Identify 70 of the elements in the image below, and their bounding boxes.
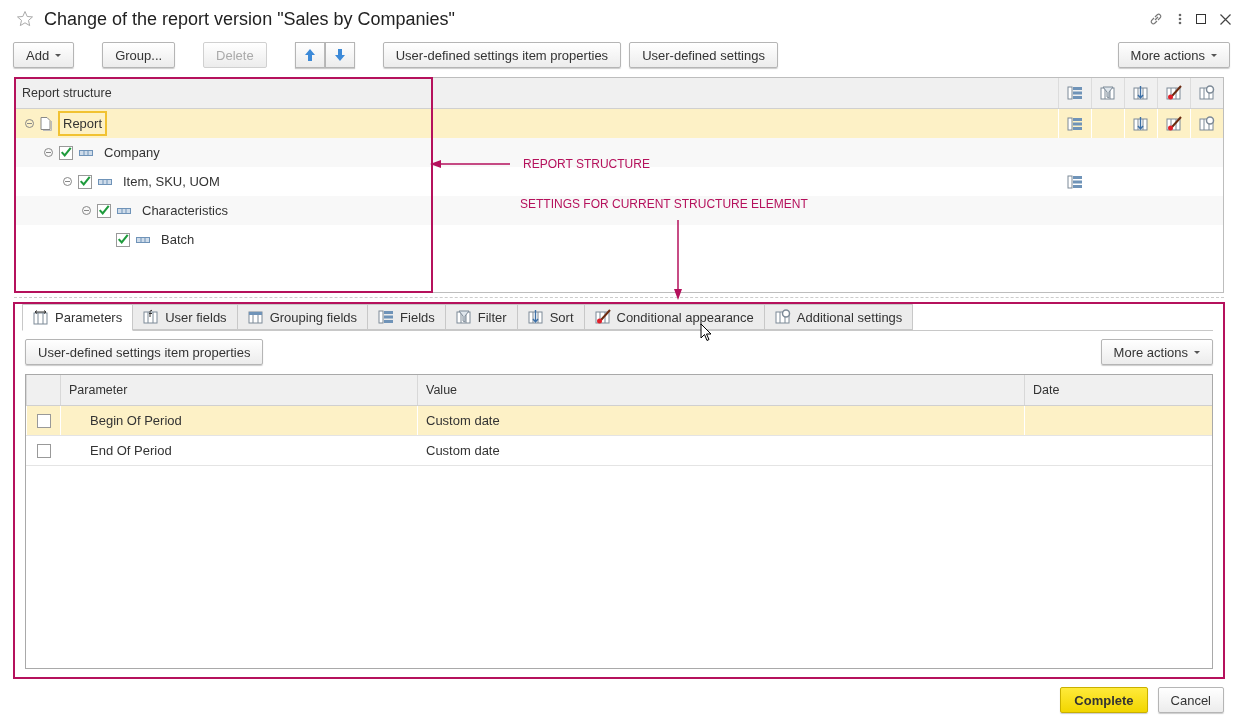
table-cell: End Of Period <box>60 436 417 465</box>
column-header: Value <box>417 375 1024 405</box>
tab-icon <box>527 309 544 325</box>
grouping-icon <box>79 149 93 156</box>
window-title: Change of the report version "Sales by Companies" <box>44 8 456 30</box>
column-header: Parameter <box>60 375 417 405</box>
table-row[interactable]: Begin Of Period Custom date <box>26 406 1212 436</box>
checkbox[interactable] <box>36 443 51 458</box>
column-icon <box>1166 85 1182 101</box>
cursor-icon <box>700 323 712 342</box>
checkbox[interactable] <box>36 413 51 428</box>
tab[interactable]: User fields <box>133 304 238 330</box>
tab[interactable]: Filter <box>445 304 518 330</box>
cancel-button[interactable]: Cancel <box>1157 687 1224 713</box>
arrow-up-icon <box>302 47 317 63</box>
tree-item-label: Company <box>103 144 161 162</box>
complete-button[interactable]: Complete <box>1060 687 1148 713</box>
tree-item-label: Characteristics <box>141 202 229 220</box>
tab-icon <box>378 309 395 325</box>
add-button[interactable]: Add <box>13 42 75 68</box>
column-icon <box>1199 85 1215 101</box>
tab-icon <box>33 309 49 326</box>
tab-icon <box>143 309 160 325</box>
tab-icon <box>774 309 791 325</box>
annotation-text: SETTINGS FOR CURRENT STRUCTURE ELEMENT <box>520 197 808 211</box>
column-icon <box>1067 85 1083 101</box>
checkbox[interactable] <box>97 203 111 218</box>
tab-icon <box>594 309 611 325</box>
tree-row[interactable]: Report <box>15 109 1223 138</box>
more-actions-button[interactable]: More actions <box>1117 42 1230 68</box>
tab[interactable]: Sort <box>517 304 585 330</box>
tab-icon <box>455 309 472 325</box>
checkbox[interactable] <box>59 145 73 160</box>
document-icon <box>40 116 52 131</box>
toolbar-button[interactable]: User-defined settings item properties <box>382 42 622 68</box>
tab[interactable]: Fields <box>368 304 446 330</box>
link-icon[interactable] <box>1148 11 1164 27</box>
tab[interactable]: Grouping fields <box>237 304 369 330</box>
close-icon[interactable] <box>1220 13 1231 25</box>
table-cell: Custom date <box>417 406 1024 435</box>
column-icon <box>1100 85 1116 101</box>
column-icon <box>1133 85 1149 101</box>
tab[interactable]: Additional settings <box>764 304 914 330</box>
arrow-down-icon <box>332 47 347 63</box>
tree-row[interactable]: Batch <box>15 225 1223 254</box>
grouping-icon <box>98 178 112 185</box>
move-up-button[interactable] <box>294 42 325 68</box>
column-header: Date <box>1024 375 1212 405</box>
tree-item-label: Item, SKU, UOM <box>122 173 221 191</box>
star-icon[interactable] <box>16 10 34 28</box>
toolbar-button[interactable]: Group... <box>102 42 176 68</box>
grouping-icon <box>136 236 150 243</box>
move-down-button[interactable] <box>324 42 355 68</box>
tree-item-label: Report <box>58 111 108 136</box>
tree-item-label: Batch <box>160 231 196 249</box>
tab[interactable]: Parameters <box>22 304 134 331</box>
checkbox[interactable] <box>116 232 130 247</box>
properties-button[interactable]: User-defined settings item properties <box>25 339 264 365</box>
tab[interactable]: Conditional appearance <box>584 304 765 330</box>
checkbox[interactable] <box>78 174 92 189</box>
tab-icon <box>247 309 264 325</box>
table-cell: Begin Of Period <box>60 406 417 435</box>
more-icon[interactable] <box>1178 13 1182 25</box>
grouping-icon <box>117 207 131 214</box>
more-actions-button[interactable]: More actions <box>1100 339 1213 365</box>
maximize-icon[interactable] <box>1196 14 1206 24</box>
column-header: Report structure <box>21 86 113 100</box>
table-cell: Custom date <box>417 436 1024 465</box>
toolbar-button[interactable]: User-defined settings <box>629 42 778 68</box>
table-row[interactable]: End Of Period Custom date <box>26 436 1212 466</box>
